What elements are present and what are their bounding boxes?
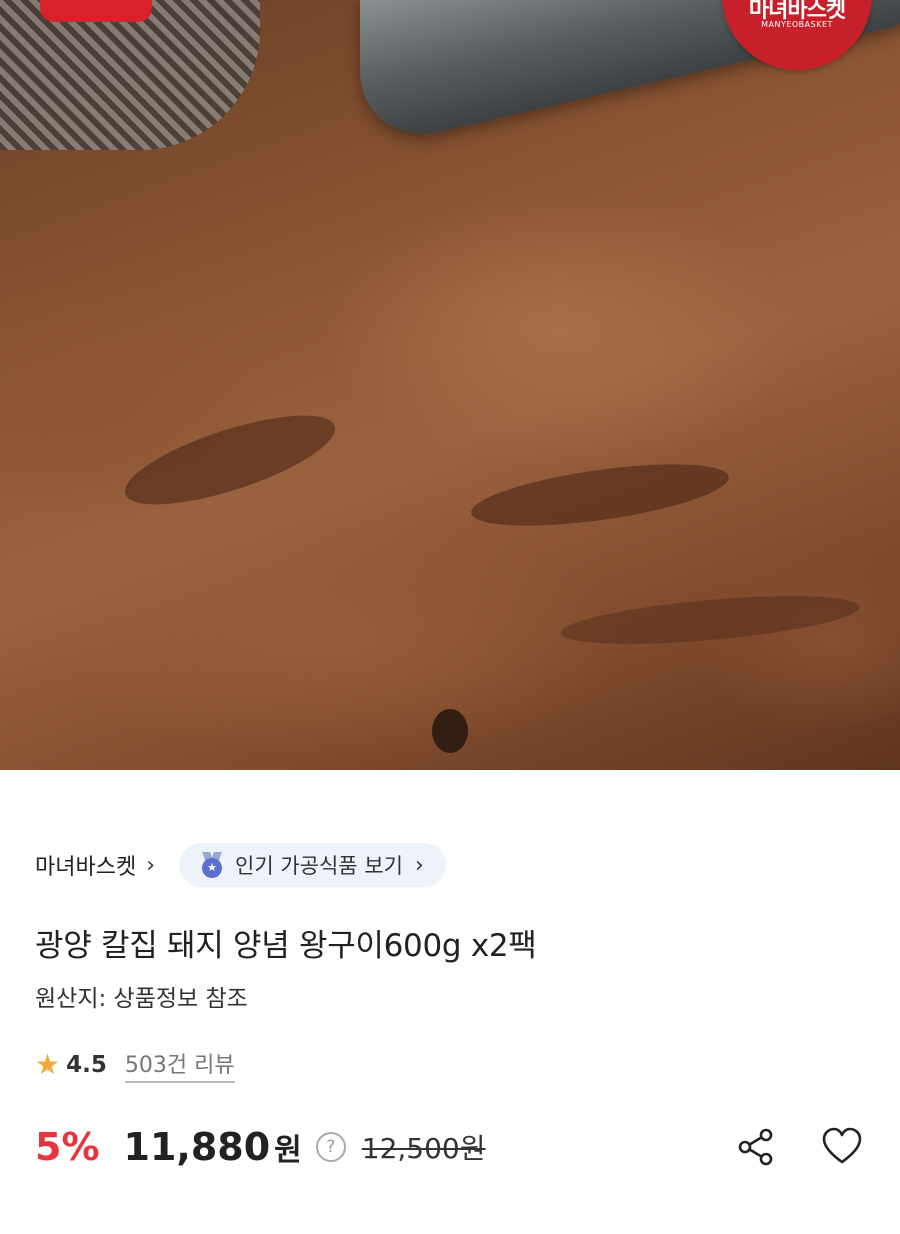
rating-score: 4.5 <box>66 1052 107 1078</box>
product-origin: 원산지: 상품정보 참조 <box>35 986 248 1012</box>
red-tab <box>40 0 152 22</box>
brand-name: 마녀바스켓 <box>35 855 137 880</box>
medal-icon: ★ <box>199 852 225 878</box>
product-info: 마녀바스켓 › ★ 인기 가공식품 보기 › 광양 칼집 돼지 양념 왕구이60… <box>0 843 900 1172</box>
product-title: 광양 칼집 돼지 양념 왕구이600g x2팩 <box>35 928 537 964</box>
sear-mark <box>467 452 733 538</box>
share-button[interactable] <box>733 1124 779 1170</box>
brand-row: 마녀바스켓 › ★ 인기 가공식품 보기 › <box>35 843 865 887</box>
sear-mark <box>558 587 862 653</box>
rating-row: ★ 4.5 503건 리뷰 <box>35 1047 865 1083</box>
chevron-right-icon: › <box>414 852 424 878</box>
price-help-icon[interactable]: ? <box>315 1132 346 1162</box>
review-count-link[interactable]: 503건 리뷰 <box>124 1047 235 1083</box>
grill-grate <box>0 0 260 150</box>
popular-category-label: 인기 가공식품 보기 <box>235 854 403 878</box>
popular-category-button[interactable]: ★ 인기 가공식품 보기 › <box>179 843 446 887</box>
heart-icon <box>822 1127 862 1164</box>
share-icon <box>738 1128 773 1166</box>
currency-unit: 원 <box>274 1133 302 1168</box>
discount-rate: 5% <box>35 1125 100 1169</box>
carousel-indicator <box>432 709 468 753</box>
like-button[interactable] <box>819 1124 865 1170</box>
logo-subtext: MANYEOBASKET <box>761 20 833 29</box>
price-row: 5% 11,880 원 ? 12,500원 <box>35 1122 865 1172</box>
sear-mark <box>116 397 344 523</box>
star-icon: ★ <box>35 1048 61 1081</box>
original-price: 12,500원 <box>361 1132 486 1165</box>
product-actions <box>733 1122 865 1172</box>
brand-link[interactable]: 마녀바스켓 › <box>35 849 155 881</box>
product-image[interactable]: 마녀바스켓 MANYEOBASKET <box>0 0 900 770</box>
chevron-right-icon: › <box>146 852 156 878</box>
sale-price: 11,880 <box>123 1125 271 1169</box>
